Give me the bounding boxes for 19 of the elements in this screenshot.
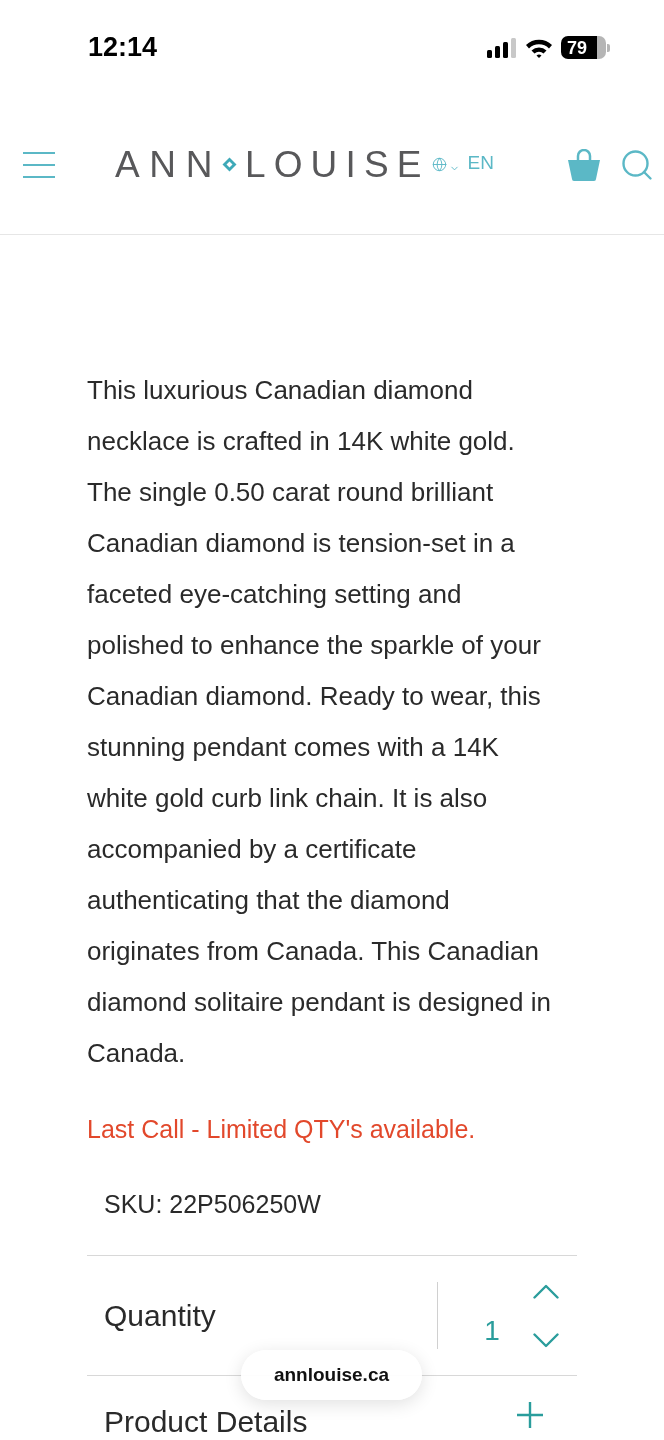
decrease-button[interactable] xyxy=(531,1330,561,1350)
signal-icon xyxy=(487,37,517,58)
logo-text: ANN xyxy=(115,146,222,183)
url-pill[interactable]: annlouise.ca xyxy=(241,1350,422,1400)
wifi-icon xyxy=(525,37,553,58)
sku-text: SKU: 22P506250W xyxy=(103,1189,322,1220)
stock-notice: Last Call - Limited QTY's available. xyxy=(87,1114,477,1145)
logo-text: LOUISE xyxy=(245,146,430,183)
shopping-bag-icon[interactable] xyxy=(567,148,601,181)
quantity-label: Quantity xyxy=(103,1300,216,1331)
chevron-down-icon xyxy=(533,1332,559,1348)
globe-icon xyxy=(431,157,447,172)
status-time: 12:14 xyxy=(88,34,158,61)
diamond-icon xyxy=(222,157,237,172)
menu-icon[interactable] xyxy=(23,150,55,179)
chevron-up-icon xyxy=(533,1283,559,1299)
product-description: This luxurious Canadian diamond necklace is crafted in 14K white gold. The single 0.50 carat round brilliant Canadian diamond is tension-set in a faceted eye-catching setting and polished to enhance the sparkle of your Canadian diamond. Ready to wear, this stunning pendant comes with a 14K white gold curb link chain. It is also accompanied by a certificate authenticating that the diamond originates from Canada. This Canadian diamond solitaire pendant is designed in Canada. xyxy=(87,374,552,1070)
plus-icon xyxy=(517,1402,543,1428)
battery-indicator: 79 xyxy=(561,36,610,59)
